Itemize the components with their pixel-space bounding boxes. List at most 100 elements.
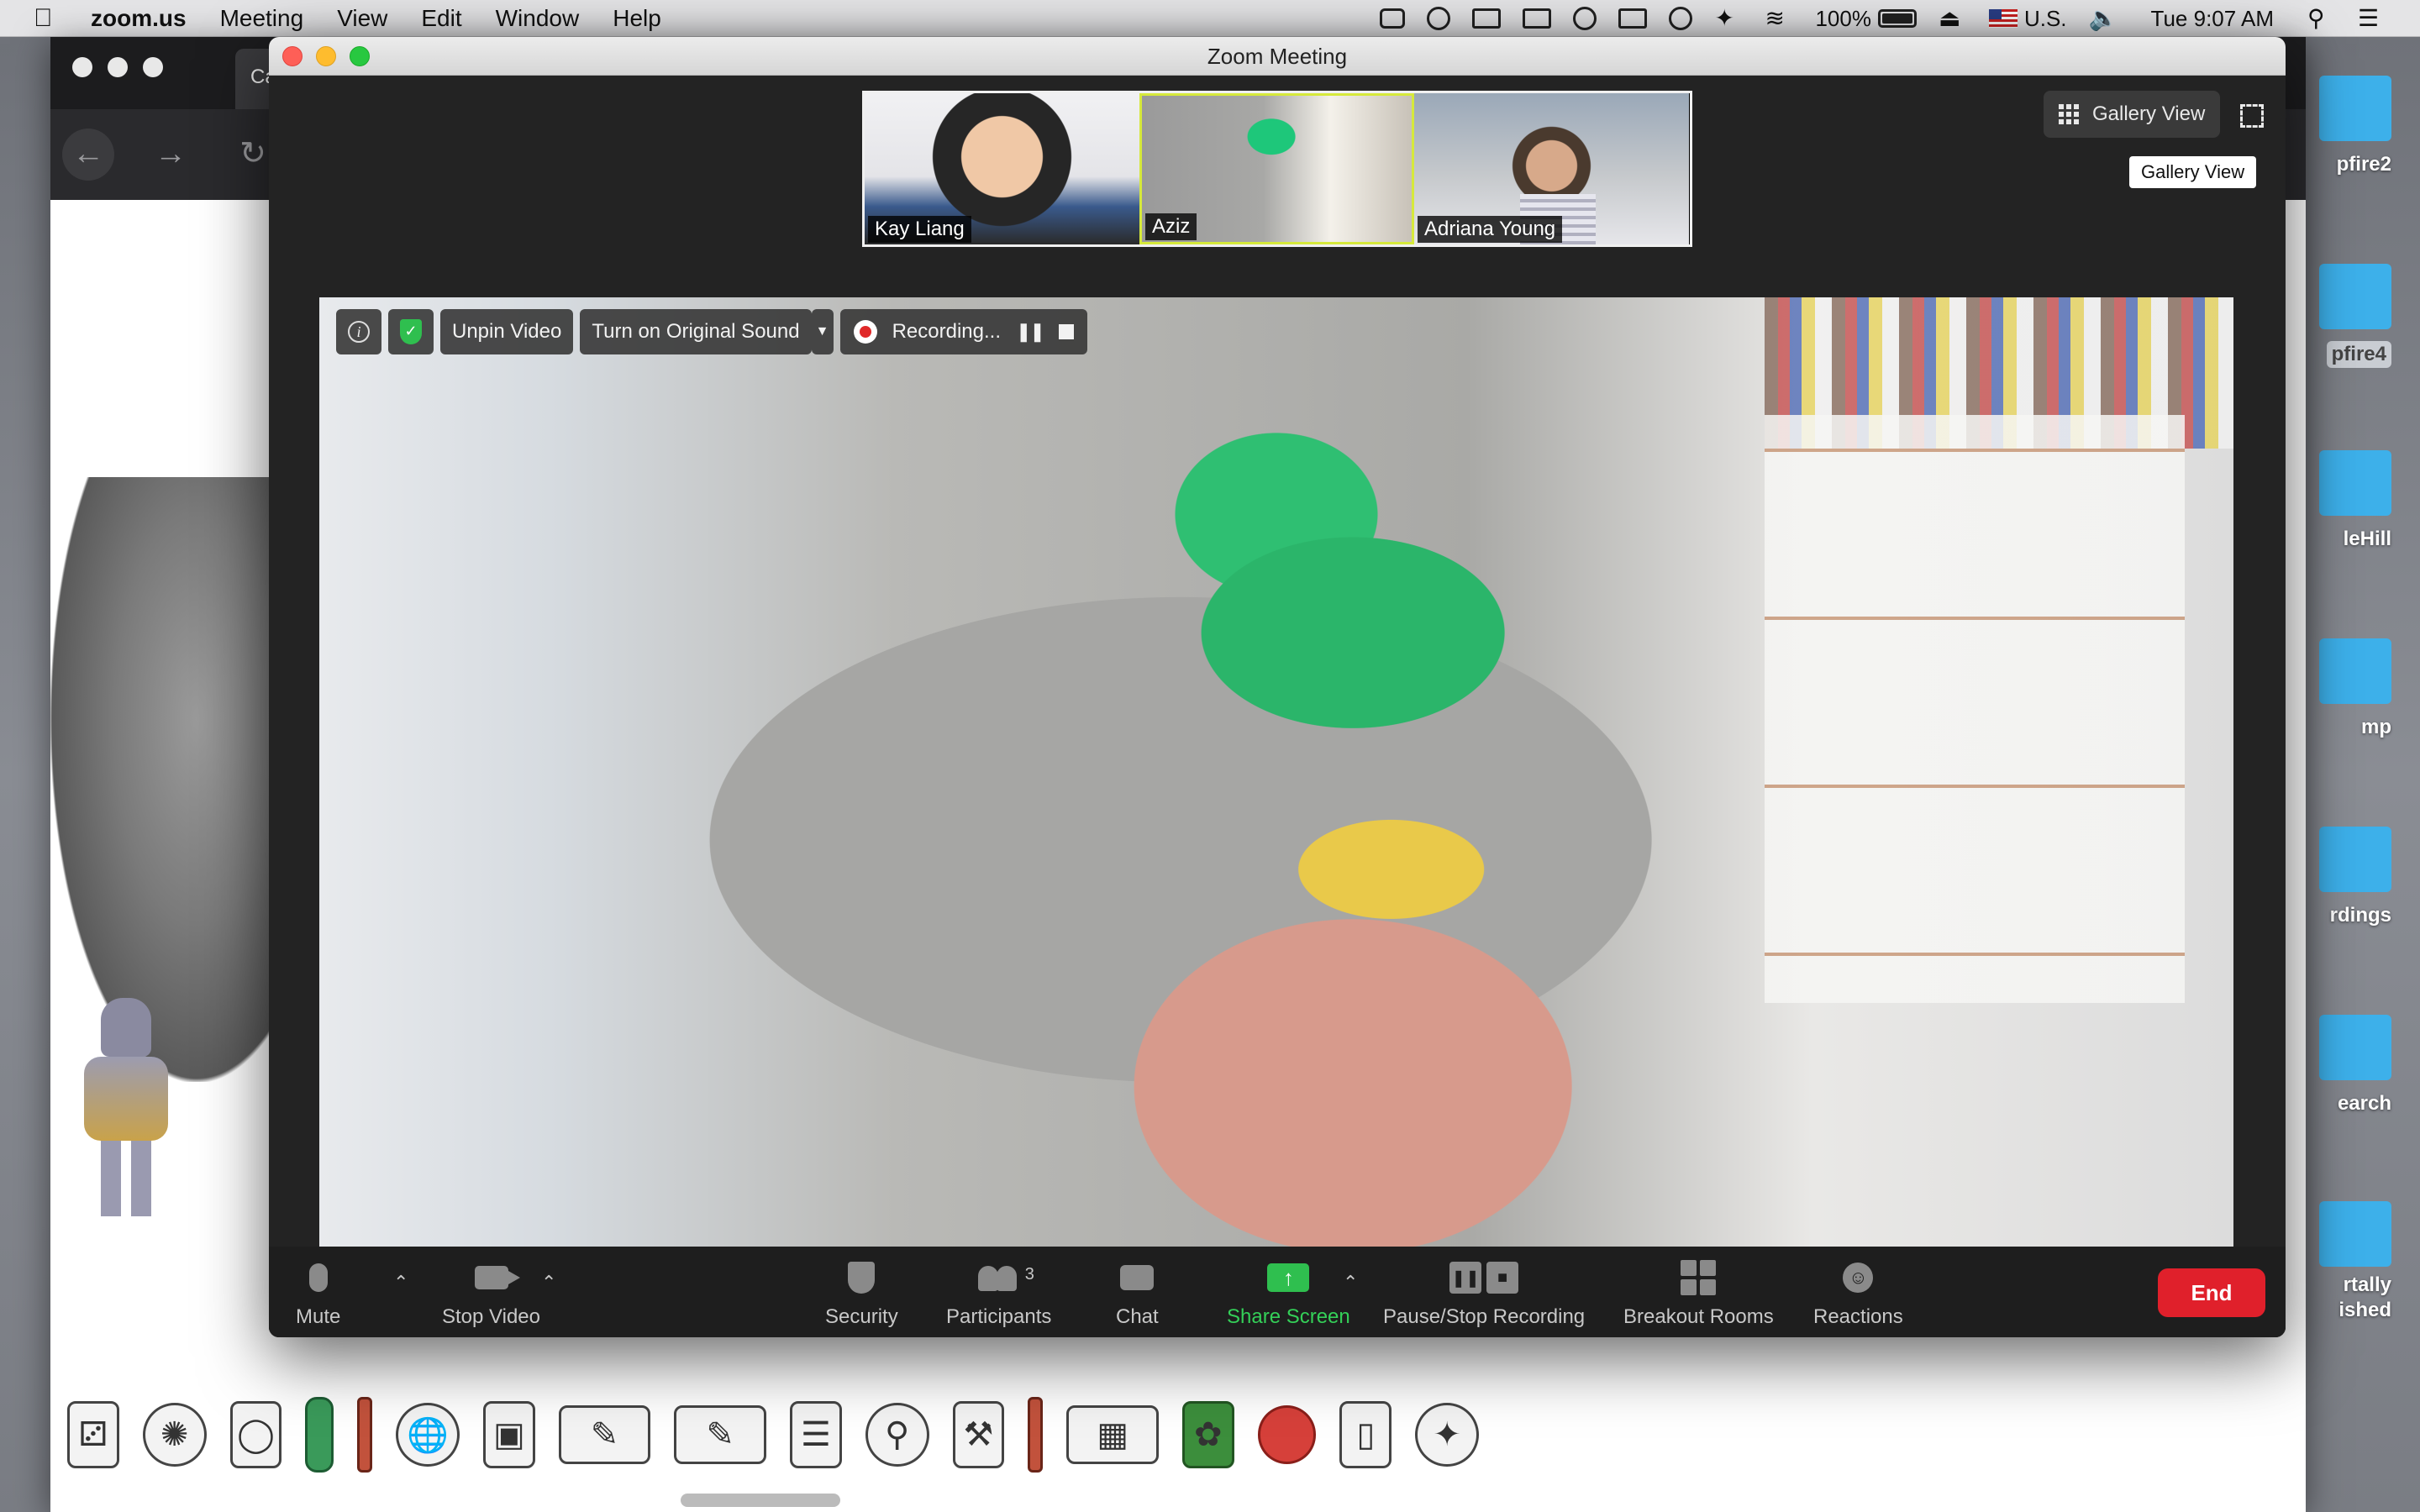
gallery-view-label: Gallery View bbox=[2092, 102, 2206, 125]
breakout-rooms-button[interactable]: Breakout Rooms bbox=[1623, 1258, 1774, 1329]
participant-tile-active-speaker[interactable]: Aziz bbox=[1139, 93, 1414, 244]
can-icon[interactable]: ▯ bbox=[1339, 1401, 1392, 1468]
screen-mirroring-icon[interactable] bbox=[1472, 8, 1502, 29]
mute-button[interactable]: Mute bbox=[296, 1258, 340, 1329]
minimize-button[interactable] bbox=[316, 46, 336, 66]
stop-icon: ■ bbox=[1486, 1262, 1519, 1294]
close-button[interactable] bbox=[72, 57, 92, 77]
clock[interactable]: Tue 9:07 AM bbox=[2151, 6, 2274, 32]
participants-label: Participants bbox=[946, 1305, 1052, 1328]
chevron-up-icon[interactable]: ⌃ bbox=[393, 1272, 408, 1294]
globe-icon[interactable]: 🌐 bbox=[396, 1403, 460, 1467]
chevron-up-icon[interactable]: ⌃ bbox=[1343, 1272, 1358, 1294]
encryption-button[interactable]: ✓ bbox=[388, 309, 434, 354]
menu-window[interactable]: Window bbox=[496, 5, 580, 32]
pencil-icon[interactable] bbox=[1028, 1397, 1044, 1473]
window-manager-icon[interactable] bbox=[1523, 8, 1552, 29]
dice-icon[interactable]: ⚂ bbox=[67, 1401, 119, 1468]
reactions-button[interactable]: ☺ Reactions bbox=[1813, 1258, 1903, 1329]
display-icon[interactable] bbox=[1618, 8, 1648, 29]
unpin-video-button[interactable]: Unpin Video bbox=[440, 309, 574, 354]
passport-icon[interactable]: ▣ bbox=[482, 1401, 535, 1468]
bluetooth-icon[interactable]: ✦ bbox=[1714, 7, 1743, 30]
desktop-icon-label: earch bbox=[2337, 1092, 2391, 1115]
meeting-info-button[interactable]: i bbox=[336, 309, 381, 354]
zoom-title-bar: Zoom Meeting bbox=[269, 37, 2286, 76]
chat-button[interactable]: Chat bbox=[1116, 1258, 1159, 1329]
wifi-icon[interactable]: ≋ bbox=[1765, 7, 1793, 30]
desktop-icon-lehill[interactable]: leHill bbox=[2307, 450, 2391, 551]
zoom-status-icon[interactable] bbox=[1380, 8, 1406, 29]
participant-tile[interactable]: Kay Liang bbox=[865, 93, 1139, 244]
volume-icon[interactable]: 🔈 bbox=[2089, 7, 2118, 30]
desktop-icon-label: pfire2 bbox=[2336, 153, 2391, 176]
fullscreen-button[interactable] bbox=[350, 46, 370, 66]
zoom-button[interactable] bbox=[143, 57, 163, 77]
gallery-view-button[interactable]: Gallery View bbox=[2044, 91, 2221, 138]
horizontal-scrollbar[interactable] bbox=[681, 1494, 840, 1507]
menu-meeting[interactable]: Meeting bbox=[220, 5, 304, 32]
stop-video-button[interactable]: Stop Video bbox=[442, 1258, 540, 1329]
desktop-icon-mp[interactable]: mp bbox=[2307, 638, 2391, 739]
menu-app-name[interactable]: zoom.us bbox=[91, 5, 187, 32]
input-source[interactable]: U.S. bbox=[1988, 6, 2067, 32]
pause-icon: ❚❚ bbox=[1449, 1262, 1482, 1294]
window-title: Zoom Meeting bbox=[1207, 44, 1348, 69]
gem-icon[interactable] bbox=[1257, 1405, 1317, 1464]
battery-icon bbox=[1877, 9, 1917, 28]
original-sound-button[interactable]: Turn on Original Sound bbox=[580, 309, 812, 354]
desktop-icon-pfire4[interactable]: pfire4 bbox=[2307, 264, 2391, 368]
spotlight-search-icon[interactable]: ⚲ bbox=[2307, 7, 2336, 30]
battery-status[interactable]: 100% bbox=[1815, 6, 1917, 32]
sketch-note-icon[interactable]: ✎ bbox=[674, 1405, 766, 1464]
pause-stop-recording-button[interactable]: ❚❚ ■ Pause/Stop Recording bbox=[1383, 1258, 1585, 1329]
sync-icon[interactable] bbox=[1573, 7, 1597, 30]
menu-edit[interactable]: Edit bbox=[421, 5, 461, 32]
chevron-up-icon[interactable]: ⌃ bbox=[541, 1272, 556, 1294]
participants-button[interactable]: 3 Participants bbox=[946, 1258, 1051, 1329]
knight-figure[interactable] bbox=[76, 998, 176, 1225]
minimize-button[interactable] bbox=[108, 57, 128, 77]
recording-indicator: Recording... ❚❚ bbox=[839, 309, 1087, 354]
share-screen-button[interactable]: ↑ Share Screen bbox=[1227, 1258, 1350, 1329]
fullscreen-icon[interactable] bbox=[2240, 104, 2264, 128]
participants-count: 3 bbox=[1024, 1265, 1034, 1284]
menu-help[interactable]: Help bbox=[613, 5, 661, 32]
participants-icon bbox=[977, 1264, 1020, 1291]
knight-helmet bbox=[101, 998, 151, 1057]
menu-view[interactable]: View bbox=[337, 5, 387, 32]
notification-center-icon[interactable]: ☰ bbox=[2358, 7, 2386, 30]
shield-check-icon: ✓ bbox=[400, 319, 422, 344]
eject-icon[interactable]: ⏏ bbox=[1939, 7, 1967, 30]
desktop-icon-rdings[interactable]: rdings bbox=[2307, 827, 2391, 927]
note-card-icon[interactable]: ✎ bbox=[558, 1405, 651, 1464]
drone-icon[interactable]: ✦ bbox=[1415, 1403, 1480, 1467]
scroll-icon[interactable]: ☰ bbox=[789, 1401, 842, 1468]
stop-icon[interactable] bbox=[1058, 324, 1074, 339]
security-button[interactable]: Security bbox=[825, 1258, 898, 1329]
desktop-icon-earch[interactable]: earch bbox=[2307, 1015, 2391, 1116]
spinner-wheel-icon[interactable]: ✺ bbox=[142, 1403, 207, 1467]
potion-bottle-icon[interactable] bbox=[305, 1397, 334, 1473]
chevron-down-icon[interactable]: ▼ bbox=[811, 309, 834, 354]
pause-icon[interactable]: ❚❚ bbox=[1016, 321, 1045, 343]
time-machine-icon[interactable] bbox=[1669, 7, 1693, 30]
chart-sheet-icon[interactable]: ▦ bbox=[1066, 1405, 1159, 1464]
close-button[interactable] bbox=[282, 46, 302, 66]
paintbrush-icon[interactable] bbox=[357, 1397, 373, 1473]
hammer-icon[interactable]: ⚒ bbox=[952, 1401, 1005, 1468]
turtle-icon[interactable]: ✿ bbox=[1181, 1401, 1234, 1468]
desktop-icon-pfire2[interactable]: pfire2 bbox=[2307, 76, 2391, 176]
desktop-icon-rtally-ished[interactable]: rtally ished bbox=[2307, 1201, 2391, 1322]
recording-label: Recording... bbox=[892, 320, 1001, 343]
magnifier-icon[interactable]: ⚲ bbox=[865, 1403, 929, 1467]
battery-percent: 100% bbox=[1815, 5, 1871, 31]
participant-tile[interactable]: Adriana Young bbox=[1414, 93, 1689, 244]
us-flag-icon bbox=[1988, 9, 2018, 28]
back-arrow-icon[interactable]: ← bbox=[62, 129, 114, 181]
forward-arrow-icon[interactable]: → bbox=[145, 129, 197, 181]
lightbulb-icon[interactable]: ◯ bbox=[229, 1401, 282, 1468]
creative-cloud-icon[interactable] bbox=[1427, 7, 1451, 30]
end-meeting-button[interactable]: End bbox=[2158, 1268, 2265, 1317]
apple-icon[interactable]:  bbox=[34, 4, 84, 33]
